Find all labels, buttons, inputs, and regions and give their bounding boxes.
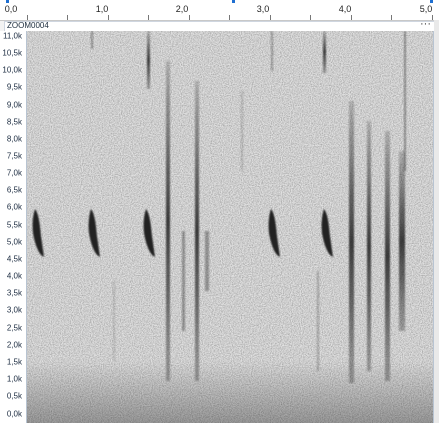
transient-line (91, 31, 93, 49)
frequency-label: 7,5k (6, 151, 22, 161)
time-tick (229, 15, 230, 20)
transient-line (367, 121, 371, 371)
transient-line (399, 151, 405, 331)
time-label: 5,0 (419, 4, 433, 14)
selection-handle[interactable] (6, 0, 9, 3)
frequency-label: 9,5k (6, 82, 22, 92)
time-tick (189, 15, 190, 20)
frequency-label: 10,0k (2, 65, 22, 75)
spectrogram-view[interactable] (27, 31, 434, 423)
time-label: 0,0 (4, 4, 18, 14)
time-tick (67, 15, 68, 20)
frequency-label: 8,0k (6, 134, 22, 144)
time-label: 2,0 (175, 4, 189, 14)
frequency-label: 3,0k (6, 305, 22, 315)
frequency-label: 4,5k (6, 254, 22, 264)
time-tick (310, 15, 311, 20)
time-tick (148, 15, 149, 20)
transient-line (205, 231, 209, 291)
frequency-axis: 11,0k 10,5k 10,0k 9,5k 9,0k 8,5k 8,0k 7,… (0, 31, 27, 423)
time-tick (27, 15, 28, 20)
frequency-label: 5,0k (6, 237, 22, 247)
transient-line (147, 31, 150, 89)
time-label: 3,0 (256, 4, 270, 14)
time-label: 4,0 (338, 4, 352, 14)
frequency-label: 11,0k (3, 31, 22, 41)
transient-line (404, 31, 406, 171)
vertical-scrollbar[interactable] (434, 20, 439, 423)
transient-line (271, 31, 273, 71)
time-tick (391, 15, 392, 20)
frequency-label: 0,0k (6, 409, 22, 419)
frequency-label: 7,0k (6, 168, 22, 178)
time-tick (432, 15, 433, 20)
transient-line (385, 131, 390, 381)
frequency-label: 1,5k (6, 357, 22, 367)
frequency-label: 2,5k (6, 323, 22, 333)
time-label: 1,0 (95, 4, 109, 14)
spectrogram-canvas (27, 31, 433, 423)
frequency-label: 6,5k (6, 185, 22, 195)
selection-handle[interactable] (430, 0, 433, 3)
frequency-label: 0,5k (6, 391, 22, 401)
frequency-label: 5,5k (6, 220, 22, 230)
transient-line (166, 61, 170, 381)
transient-line (241, 91, 243, 171)
frequency-label: 1,0k (6, 374, 22, 384)
transient-line (195, 81, 199, 381)
frequency-label: 3,5k (6, 288, 22, 298)
transient-line (349, 101, 354, 383)
time-tick (108, 15, 109, 20)
time-tick (270, 15, 271, 20)
time-tick (351, 15, 352, 20)
low-frequency-noise (27, 361, 433, 423)
selection-handle[interactable] (232, 0, 235, 3)
time-ruler[interactable]: 0,0 1,0 2,0 3,0 4,0 5,0 (0, 0, 439, 21)
transient-line (182, 231, 185, 331)
more-options-icon[interactable]: ··· (420, 18, 431, 30)
transient-line (323, 31, 326, 73)
frequency-label: 6,0k (6, 202, 22, 212)
frequency-label: 10,5k (2, 48, 22, 58)
frequency-label: 2,0k (6, 340, 22, 350)
frequency-label: 4,0k (6, 271, 22, 281)
frequency-label: 8,5k (6, 117, 22, 127)
frequency-label: 9,0k (6, 100, 22, 110)
track-title: ZOOM0004 (7, 21, 49, 30)
transient-line (113, 281, 115, 361)
transient-line (317, 271, 319, 371)
